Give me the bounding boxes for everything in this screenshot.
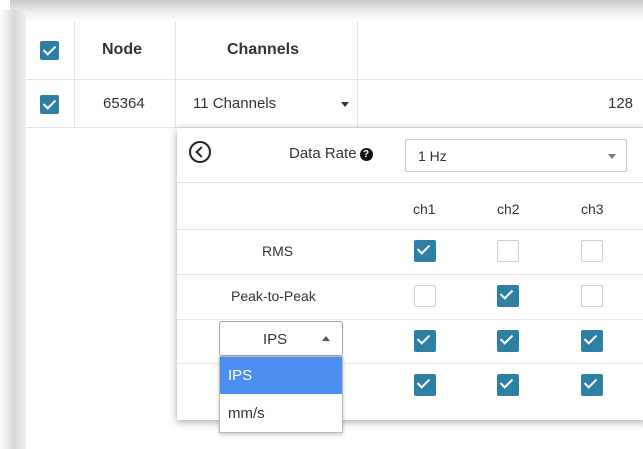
row4-ch3-checkbox[interactable] — [581, 374, 603, 396]
window-shadow-top — [10, 0, 643, 22]
unit-dropdown-list: IPS mm/s — [219, 356, 343, 433]
data-rate-label-text: Data Rate — [289, 145, 357, 162]
column-divider — [357, 22, 358, 79]
header-channels: Channels — [227, 41, 300, 58]
chevron-down-icon — [608, 154, 616, 159]
column-divider — [74, 80, 75, 127]
rms-ch3-checkbox[interactable] — [581, 240, 603, 262]
header-node: Node — [102, 41, 142, 58]
window-shadow-left — [0, 10, 26, 449]
chevron-down-icon — [341, 102, 349, 107]
channel-header: ch3 — [581, 201, 604, 217]
peak-ch1-checkbox[interactable] — [414, 285, 436, 307]
data-rate-value: 1 Hz — [418, 148, 447, 164]
unit-option-ips[interactable]: IPS — [220, 357, 342, 394]
chevron-up-icon — [322, 336, 330, 341]
select-all-checkbox[interactable] — [40, 41, 59, 60]
unit-select-value: IPS — [263, 331, 288, 348]
row-value: 128 — [608, 95, 634, 112]
column-divider — [74, 22, 75, 79]
peak-to-peak-row: Peak-to-Peak — [177, 275, 643, 320]
help-icon[interactable]: ? — [359, 148, 373, 161]
rms-label: RMS — [262, 243, 294, 259]
peak-to-peak-label: Peak-to-Peak — [231, 288, 316, 304]
channels-dropdown[interactable]: 11 Channels — [176, 80, 357, 127]
table-header-row: Node Channels — [26, 22, 643, 80]
node-id: 65364 — [103, 95, 145, 112]
channel-header: ch2 — [497, 201, 520, 217]
column-divider — [175, 22, 176, 79]
column-divider — [357, 80, 358, 127]
data-rate-row: Data Rate? 1 Hz — [177, 128, 643, 183]
peak-ch2-checkbox[interactable] — [497, 285, 519, 307]
row4-ch2-checkbox[interactable] — [497, 374, 519, 396]
rms-row: RMS — [177, 230, 643, 275]
back-arrow-icon[interactable] — [189, 141, 211, 163]
row4-ch1-checkbox[interactable] — [414, 374, 436, 396]
table-row: 65364 11 Channels 128 — [26, 80, 643, 128]
channel-header-row: ch1 ch2 ch3 — [177, 183, 643, 230]
unit-select[interactable]: IPS — [219, 321, 343, 356]
channels-dropdown-label: 11 Channels — [193, 95, 277, 112]
peak-ch3-checkbox[interactable] — [581, 285, 603, 307]
row-checkbox[interactable] — [40, 95, 59, 114]
channel-header: ch1 — [413, 201, 436, 217]
data-rate-label: Data Rate? — [289, 145, 373, 162]
ips-ch1-checkbox[interactable] — [414, 330, 436, 352]
data-rate-select[interactable]: 1 Hz — [405, 139, 627, 172]
rms-ch1-checkbox[interactable] — [414, 240, 436, 262]
unit-option-mms[interactable]: mm/s — [220, 395, 342, 432]
rms-ch2-checkbox[interactable] — [497, 240, 519, 262]
ips-ch2-checkbox[interactable] — [497, 330, 519, 352]
ips-ch3-checkbox[interactable] — [581, 330, 603, 352]
channel-config-panel: Data Rate? 1 Hz ch1 ch2 ch3 RMS Peak-to-… — [177, 128, 643, 433]
